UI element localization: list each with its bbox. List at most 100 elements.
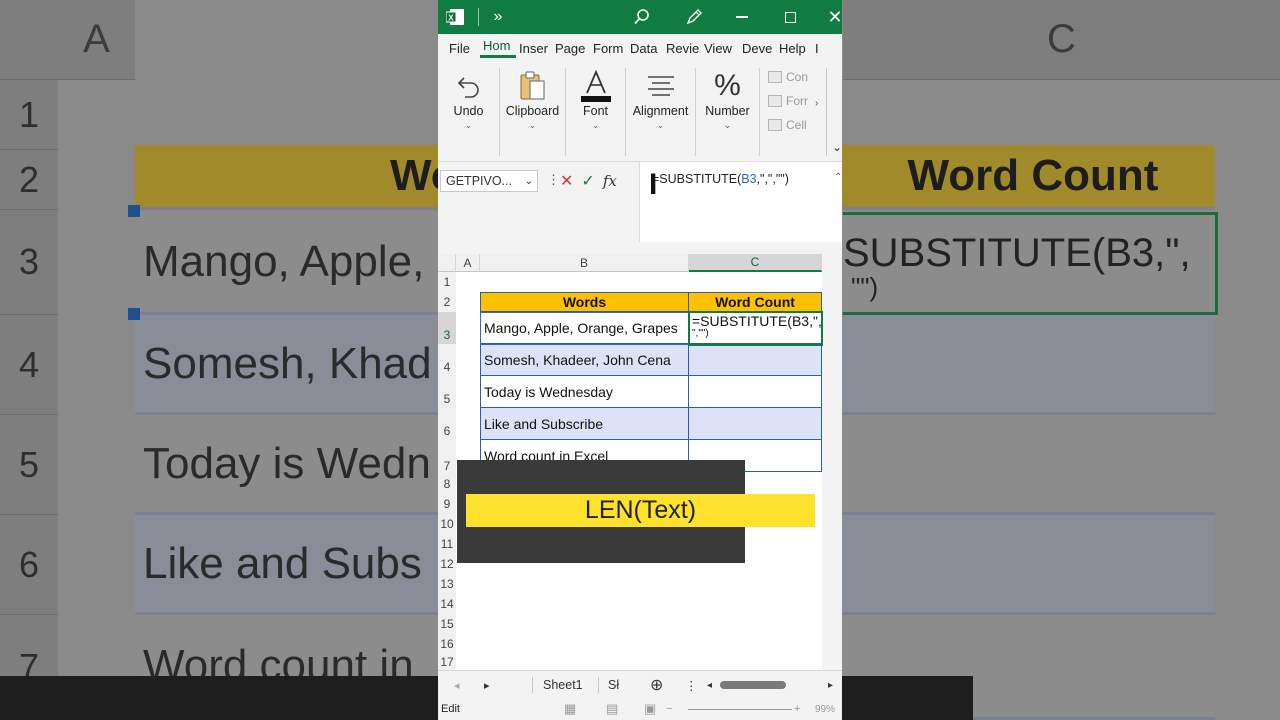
ribbon-alignment-group[interactable]: Alignment ⌄ — [626, 68, 696, 156]
menu-page[interactable]: Page — [552, 41, 590, 56]
name-box[interactable]: GETPIVO... ⌄ — [440, 170, 538, 192]
horizontal-scrollbar-thumb[interactable] — [720, 681, 786, 689]
row-header-16[interactable]: 16 — [438, 634, 456, 654]
cell-c6[interactable] — [689, 408, 822, 440]
ribbon-styles-group: Con Forr Cell — [760, 68, 808, 132]
ribbon: Undo ⌄ Clipboard ⌄ Font ⌄ Alignment ⌄ % — [438, 62, 842, 162]
col-header-a[interactable]: A — [456, 254, 480, 272]
cell-b5[interactable]: Today is Wednesday — [480, 376, 689, 408]
select-all-corner[interactable] — [438, 254, 456, 272]
tab-scroll-right-icon[interactable]: ▸ — [484, 671, 490, 699]
col-header-c[interactable]: C — [689, 254, 822, 272]
svg-text:X: X — [448, 14, 454, 23]
maximize-icon[interactable] — [780, 0, 800, 34]
tab-separator — [532, 677, 533, 693]
row-header-17[interactable]: 17 — [438, 654, 456, 670]
menu-home[interactable]: Hom — [480, 38, 516, 58]
hscroll-right-icon[interactable]: ▸ — [828, 671, 833, 699]
cell-b4[interactable]: Somesh, Khadeer, John Cena — [480, 344, 689, 376]
cell-c4[interactable] — [689, 344, 822, 376]
hscroll-left-icon[interactable]: ◂ — [707, 671, 712, 699]
col-header-b[interactable]: B — [480, 254, 689, 272]
styles-label: Con — [786, 70, 809, 84]
row-header-8[interactable]: 8 — [438, 474, 456, 494]
search-icon[interactable] — [632, 0, 652, 34]
close-icon[interactable]: ✕ — [827, 0, 842, 34]
ribbon-font-label: Font — [582, 104, 608, 118]
menu-developer[interactable]: Deve — [739, 41, 776, 56]
row-header-12[interactable]: 12 — [438, 554, 456, 574]
ribbon-clipboard-group[interactable]: Clipboard ⌄ — [500, 68, 566, 156]
row-header-6[interactable]: 6 — [438, 408, 456, 440]
sheet-options-icon[interactable]: ⋮ — [685, 671, 698, 699]
ribbon-number-group[interactable]: % Number ⌄ — [696, 68, 760, 156]
row-header-7[interactable]: 7 — [438, 440, 456, 474]
zoom-out-icon[interactable]: − — [666, 703, 672, 715]
title-separator — [476, 0, 480, 34]
menu-data[interactable]: Data — [627, 41, 663, 56]
add-sheet-icon[interactable]: ⊕ — [650, 671, 663, 699]
ribbon-font-group[interactable]: Font ⌄ — [566, 68, 626, 156]
zoom-in-icon[interactable]: + — [794, 703, 800, 715]
name-box-value: GETPIVO... — [446, 174, 512, 188]
row-header-1[interactable]: 1 — [438, 272, 456, 292]
format-as-table-item[interactable]: Forr — [768, 94, 808, 108]
collapse-formula-icon[interactable]: ⌃ — [834, 172, 842, 183]
ribbon-clipboard-label: Clipboard — [505, 104, 560, 118]
row-header-11[interactable]: 11 — [438, 534, 456, 554]
zoom-level[interactable]: 99% — [815, 704, 835, 715]
pen-icon[interactable] — [684, 0, 704, 34]
bg-row-6: 6 — [0, 515, 58, 615]
row-header-15[interactable]: 15 — [438, 614, 456, 634]
formula-input[interactable]: =SUBSTITUTE(B3,",","") — [639, 162, 842, 242]
reference-highlight-b3 — [480, 312, 690, 345]
enter-check-icon[interactable]: ✓ — [581, 171, 594, 191]
vertical-dots-icon[interactable]: ⋮ — [547, 172, 560, 188]
row-header-4[interactable]: 4 — [438, 344, 456, 376]
page-layout-icon[interactable]: ▤ — [606, 701, 618, 717]
insert-function-icon[interactable]: fx — [603, 172, 617, 190]
row-header-5[interactable]: 5 — [438, 376, 456, 408]
header-words[interactable]: Words — [480, 292, 689, 312]
cell-c5[interactable] — [689, 376, 822, 408]
ribbon-undo-label: Undo — [453, 104, 484, 118]
cell-styles-item[interactable]: Cell — [768, 118, 808, 132]
menu-file[interactable]: File — [446, 41, 480, 56]
tab-sheet1[interactable]: Sheet1 — [543, 671, 583, 699]
tab-sheet2[interactable]: Sł — [608, 671, 619, 699]
row-header-10[interactable]: 10 — [438, 514, 456, 534]
tab-scroll-left-icon[interactable]: ◂ — [454, 671, 460, 699]
normal-view-icon[interactable]: ▦ — [564, 701, 576, 717]
ribbon-expand-icon[interactable]: ⌄ — [832, 140, 842, 154]
cancel-icon[interactable]: ✕ — [560, 171, 573, 191]
row-header-13[interactable]: 13 — [438, 574, 456, 594]
bg-formula-cell: SUBSTITUTE(B3,", "") — [843, 212, 1218, 315]
conditional-formatting-item[interactable]: Con — [768, 70, 808, 84]
ribbon-undo-group[interactable]: Undo ⌄ — [438, 68, 500, 156]
cell-b6[interactable]: Like and Subscribe — [480, 408, 689, 440]
undo-icon — [455, 68, 483, 104]
clipboard-icon — [518, 68, 548, 104]
ribbon-divider — [826, 68, 827, 156]
bg-row-3: 3 — [0, 210, 58, 315]
page-break-icon[interactable]: ▣ — [644, 701, 656, 717]
minimize-icon[interactable] — [732, 0, 752, 34]
row-header-14[interactable]: 14 — [438, 594, 456, 614]
menu-insert[interactable]: Inser — [516, 41, 552, 56]
row-header-3[interactable]: 3 — [438, 312, 456, 344]
excel-window: X » ✕ File Hom Inser Page Form Data Revi… — [438, 0, 842, 720]
header-word-count[interactable]: Word Count — [689, 292, 822, 312]
formula-buttons: ✕ ✓ fx — [560, 170, 617, 192]
chevron-down-icon[interactable]: ⌄ — [525, 176, 533, 187]
zoom-slider[interactable] — [688, 709, 792, 710]
menu-help[interactable]: Help — [776, 41, 812, 56]
row-header-9[interactable]: 9 — [438, 494, 456, 514]
menu-review[interactable]: Revie — [663, 41, 701, 56]
menu-view[interactable]: View — [701, 41, 739, 56]
ribbon-number-label: Number — [705, 104, 750, 118]
row-header-2[interactable]: 2 — [438, 292, 456, 312]
ribbon-scroll-right-icon[interactable]: › — [815, 98, 818, 109]
menu-formulas[interactable]: Form — [590, 41, 627, 56]
more-icon[interactable]: » — [490, 0, 506, 34]
menu-more[interactable]: I — [812, 41, 822, 56]
